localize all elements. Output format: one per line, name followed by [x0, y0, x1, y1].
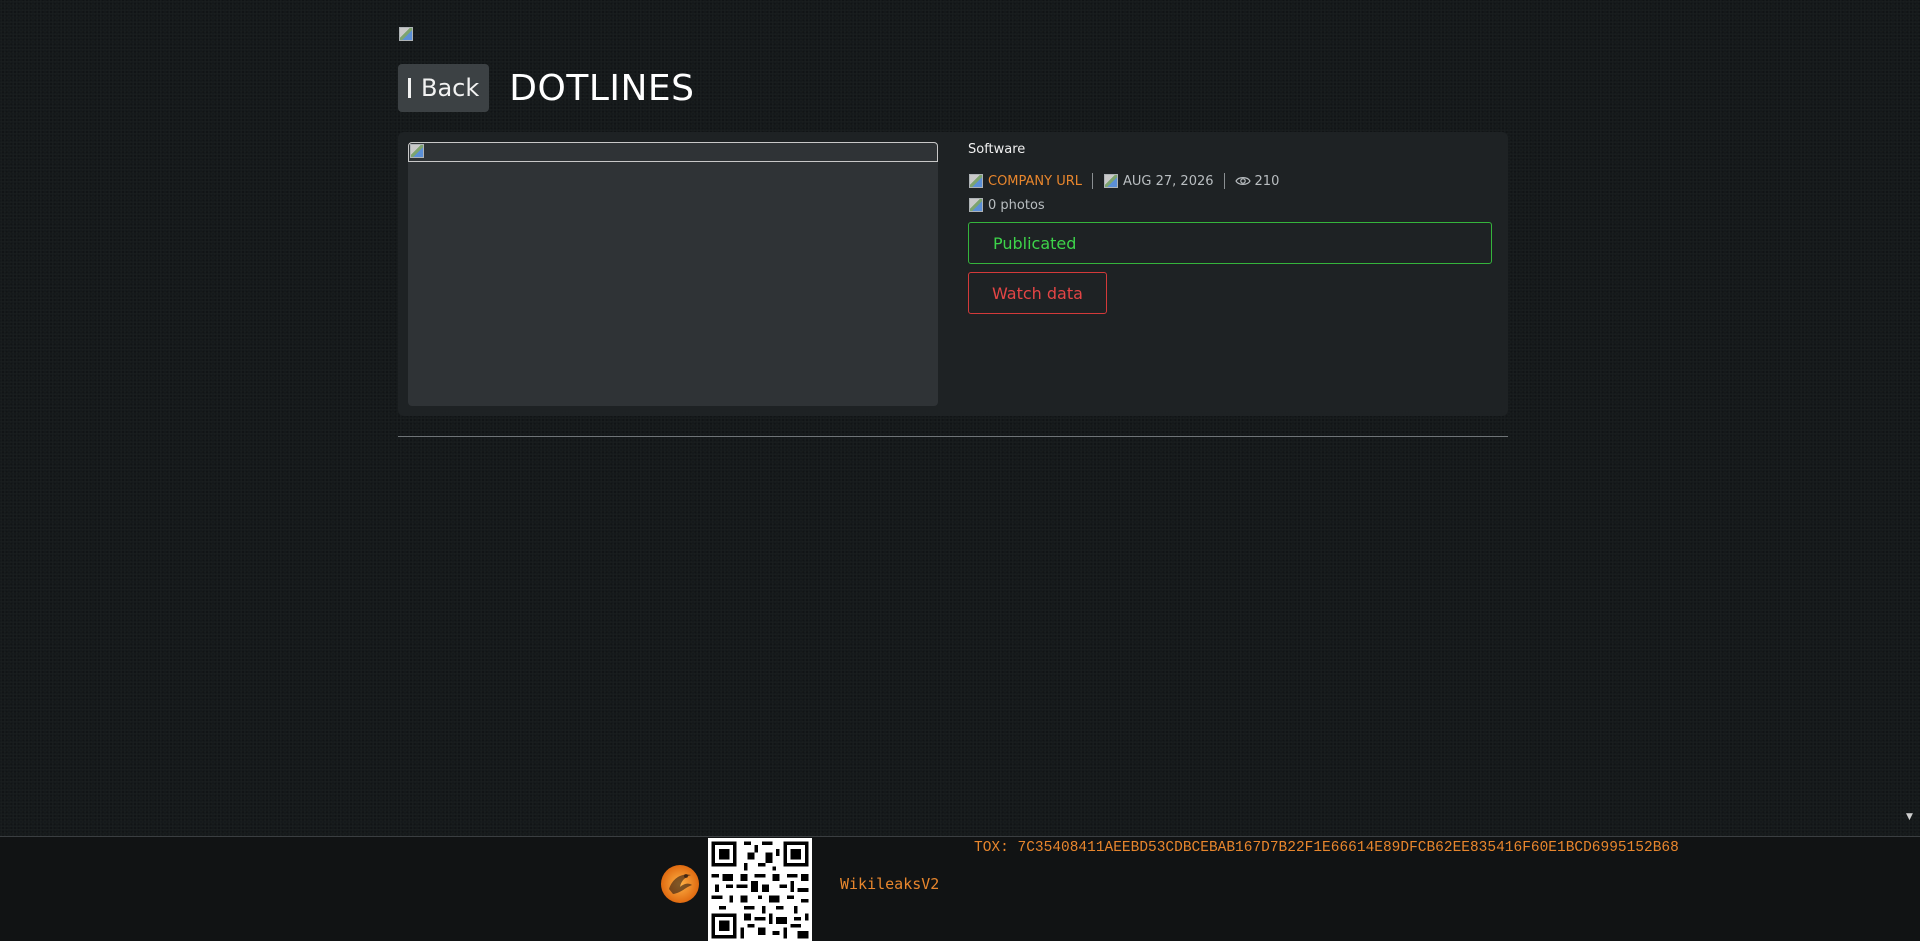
back-button[interactable]: Back [398, 64, 490, 112]
link-icon [968, 173, 984, 189]
company-url-link[interactable]: COMPANY URL [988, 174, 1082, 189]
back-button-label: Back [421, 74, 480, 102]
page-title: DOTLINES [509, 67, 695, 109]
thumbnail-broken-image [408, 142, 938, 162]
site-logo-image[interactable] [398, 26, 414, 42]
post-card: Software COMPANY URL AUG 27, 2026 210 0 … [398, 132, 1508, 416]
photo-icon [968, 197, 984, 213]
footer-tox-id: TOX: 7C35408411AEEBD53CDBCEBAB167D7B22F1… [974, 840, 1679, 856]
post-date: AUG 27, 2026 [1123, 173, 1214, 189]
qr-code[interactable] [708, 838, 812, 941]
post-meta: COMPANY URL AUG 27, 2026 210 [968, 172, 1492, 190]
content-divider [398, 436, 1508, 437]
site-footer: WikileaksV2 TOX: 7C35408411AEEBD53CDBCEB… [0, 836, 1920, 941]
meta-separator [1223, 173, 1225, 189]
post-category: Software [968, 142, 1026, 157]
meta-separator [1092, 173, 1094, 189]
post-info: Software COMPANY URL AUG 27, 2026 210 0 … [968, 142, 1492, 314]
calendar-icon [1103, 173, 1119, 189]
page-header: Back DOTLINES [398, 64, 695, 112]
back-bar-icon [408, 78, 411, 98]
footer-brand-name: WikileaksV2 [840, 875, 940, 893]
post-thumbnail[interactable] [408, 142, 938, 406]
eye-icon [1234, 177, 1251, 185]
status-badge: Publicated [968, 222, 1492, 264]
phoenix-icon [661, 865, 699, 903]
photo-count: 0 photos [988, 197, 1045, 213]
photos-row: 0 photos [968, 196, 1492, 214]
view-count: 210 [1254, 173, 1280, 189]
watch-data-button[interactable]: Watch data [968, 272, 1107, 314]
scrollbar-down-arrow-icon[interactable]: ▼ [1906, 812, 1916, 822]
